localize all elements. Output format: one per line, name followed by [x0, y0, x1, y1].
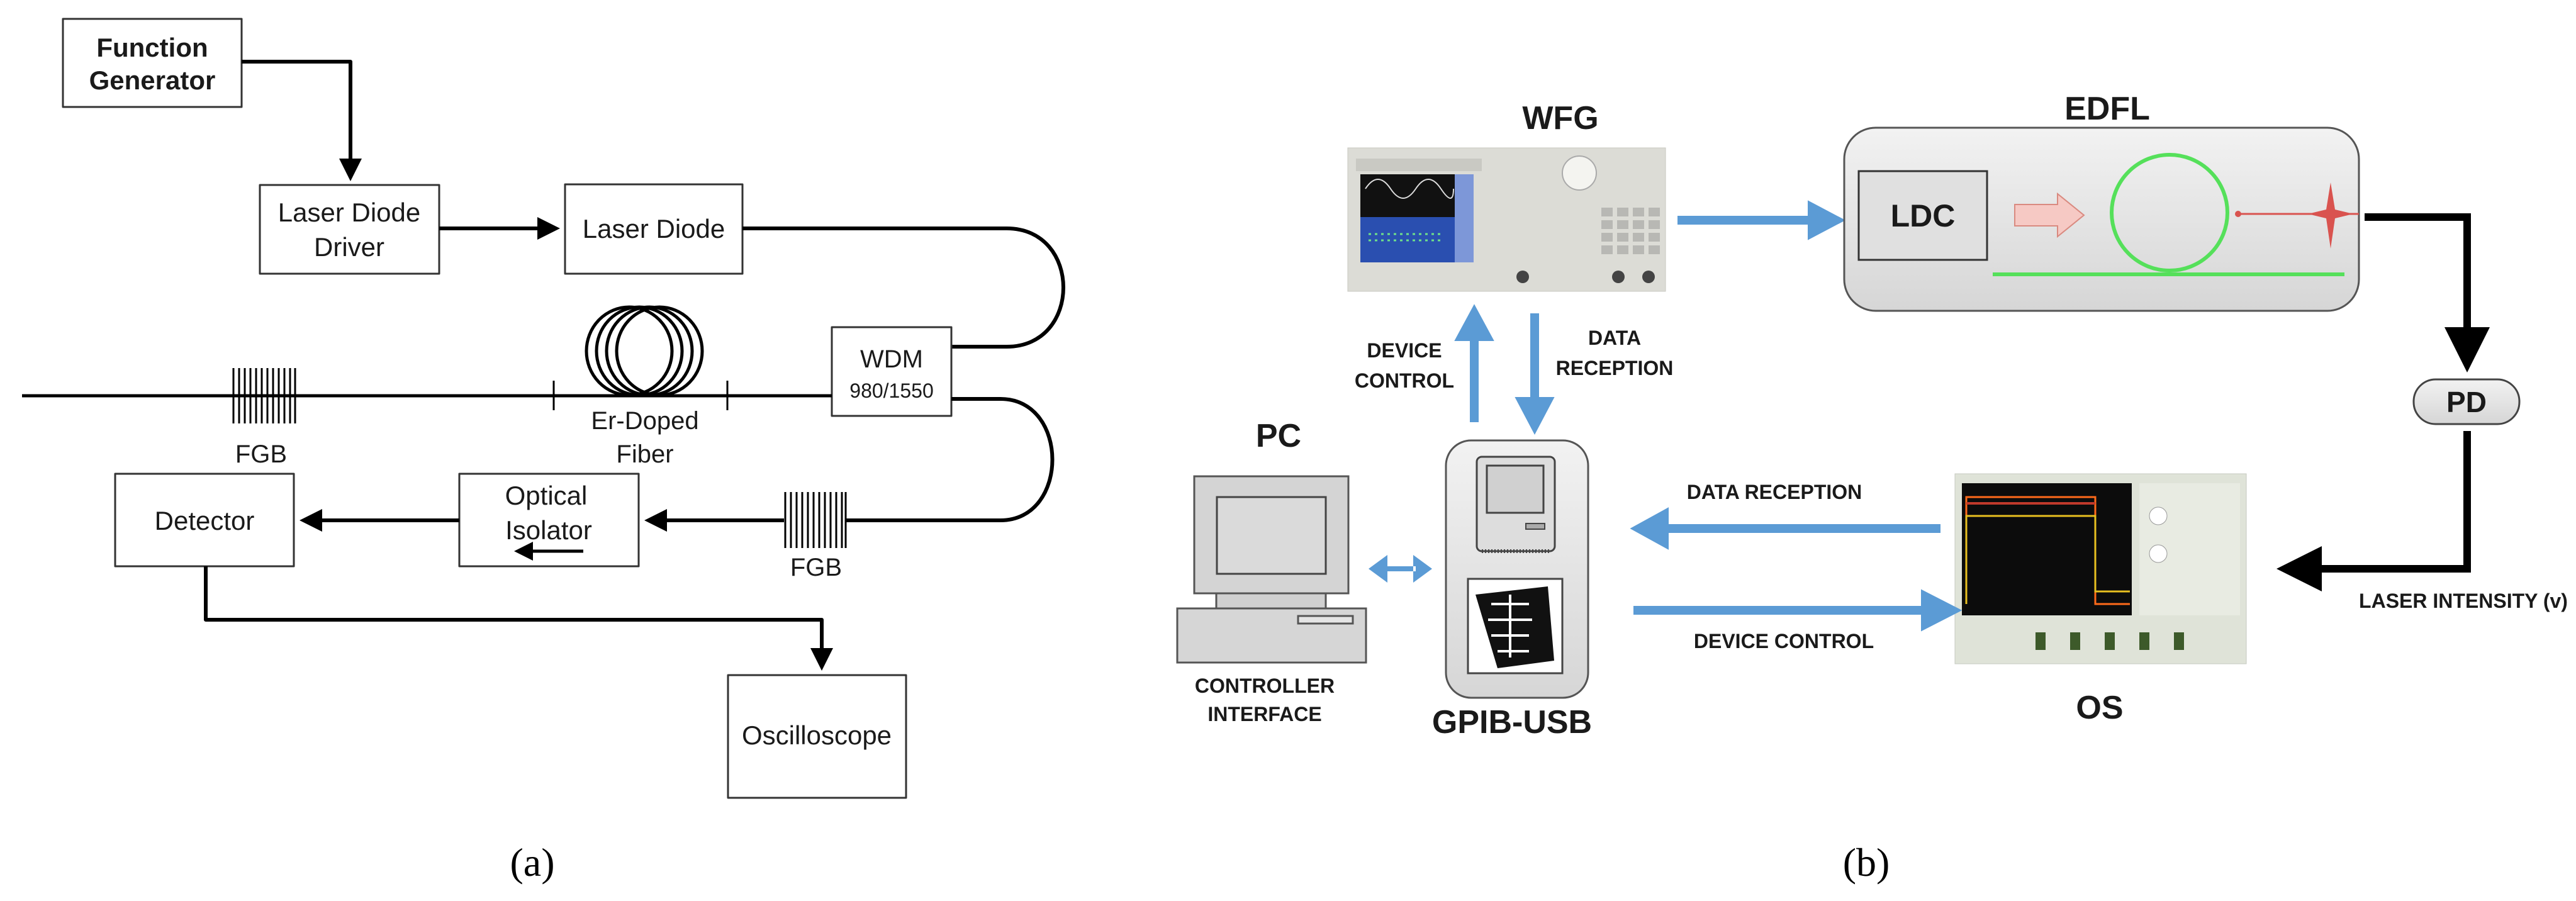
function-generator-label-2: Generator: [89, 65, 216, 95]
laser-diode-driver-label-2: Driver: [314, 232, 384, 262]
setup-diagrams: Function Generator Laser Diode Driver La…: [22, 18, 2568, 885]
detector-block: Detector: [114, 473, 295, 568]
controller-interface-label-2: INTERFACE: [1207, 703, 1321, 725]
arrow-pd-to-os: [2276, 431, 2471, 591]
blue-arrow-wfg-to-gpib: [1515, 313, 1555, 435]
oscilloscope-label: Oscilloscope: [742, 720, 892, 750]
pc-label: PC: [1256, 418, 1301, 454]
oscilloscope-block: Oscilloscope: [727, 674, 907, 799]
er-doped-fiber-label-2: Fiber: [616, 440, 673, 468]
blue-arrow-gpib-to-wfg: [1454, 304, 1494, 422]
waveform-generator-image: [1347, 147, 1666, 292]
blue-arrow-gpib-to-os: [1633, 589, 1963, 632]
wdm-wavelength-label: 980/1550: [849, 379, 933, 402]
usb-chip-icon: [1467, 578, 1564, 674]
caption-a: (a): [510, 840, 554, 885]
pc-computer-icon: [1176, 475, 1367, 664]
device-control-label: DEVICE CONTROL: [1694, 630, 1874, 652]
wdm-block: WDM 980/1550: [831, 326, 953, 417]
laser-diode-driver-label-1: Laser Diode: [278, 198, 420, 227]
os-label: OS: [2076, 690, 2123, 726]
blue-double-arrow-pc-gpib: [1369, 555, 1432, 583]
blue-arrow-os-to-gpib: [1630, 507, 1940, 550]
data-reception-label: DATA RECEPTION: [1687, 481, 1862, 503]
wfg-label: WFG: [1522, 100, 1598, 137]
function-generator-block: Function Generator: [62, 18, 243, 108]
gpib-usb-label: GPIB-USB: [1432, 704, 1592, 741]
edfl-label: EDFL: [2064, 91, 2150, 127]
wdm-label: WDM: [860, 345, 923, 373]
arrow-edfl-to-pd: [2365, 213, 2490, 372]
function-generator-label-1: Function: [96, 33, 208, 62]
data-reception-vertical-label-2: RECEPTION: [1556, 357, 1674, 379]
arrow-detector-to-oscilloscope: [204, 566, 833, 671]
edfl-block: LDC: [1843, 126, 2360, 312]
laser-diode-block: Laser Diode: [564, 183, 744, 275]
laser-diode-label: Laser Diode: [583, 214, 725, 243]
panel-a: Function Generator Laser Diode Driver La…: [22, 18, 1065, 885]
controller-interface-label-1: CONTROLLER: [1195, 674, 1335, 697]
laser-intensity-label: LASER INTENSITY (v): [2359, 590, 2568, 612]
blue-arrow-wfg-to-edfl: [1677, 200, 1846, 240]
oscilloscope-image: [1954, 473, 2247, 664]
fiber-wdm-to-grating: [846, 397, 1055, 522]
gpib-computer-icon: [1476, 456, 1556, 553]
gpib-usb-block: [1445, 439, 1589, 699]
fgb-right-label: FGB: [790, 554, 842, 581]
pd-label: PD: [2446, 386, 2487, 418]
device-control-vertical-label-1: DEVICE: [1367, 339, 1442, 362]
laser-diode-driver-block: Laser Diode Driver: [259, 184, 440, 275]
photodetector-block: PD: [2412, 378, 2521, 425]
caption-b: (b): [1843, 840, 1890, 885]
device-control-vertical-label-2: CONTROL: [1355, 369, 1454, 392]
optical-isolator-label-1: Optical: [505, 481, 588, 510]
data-reception-vertical-label-1: DATA: [1588, 327, 1641, 349]
er-doped-fiber-label-1: Er-Doped: [591, 407, 698, 435]
panel-b: WFG EDFL LDC PD LASER INTENSITY (v) OS D…: [1176, 91, 2568, 885]
optical-isolator-label-2: Isolator: [505, 515, 592, 545]
ldc-label: LDC: [1891, 198, 1956, 233]
arrow-fg-to-driver: [242, 60, 362, 181]
fiber-grating-right-icon: [784, 492, 847, 548]
optical-isolator-block: Optical Isolator: [458, 473, 640, 568]
fgb-left-label: FGB: [235, 440, 287, 468]
detector-label: Detector: [155, 506, 255, 535]
